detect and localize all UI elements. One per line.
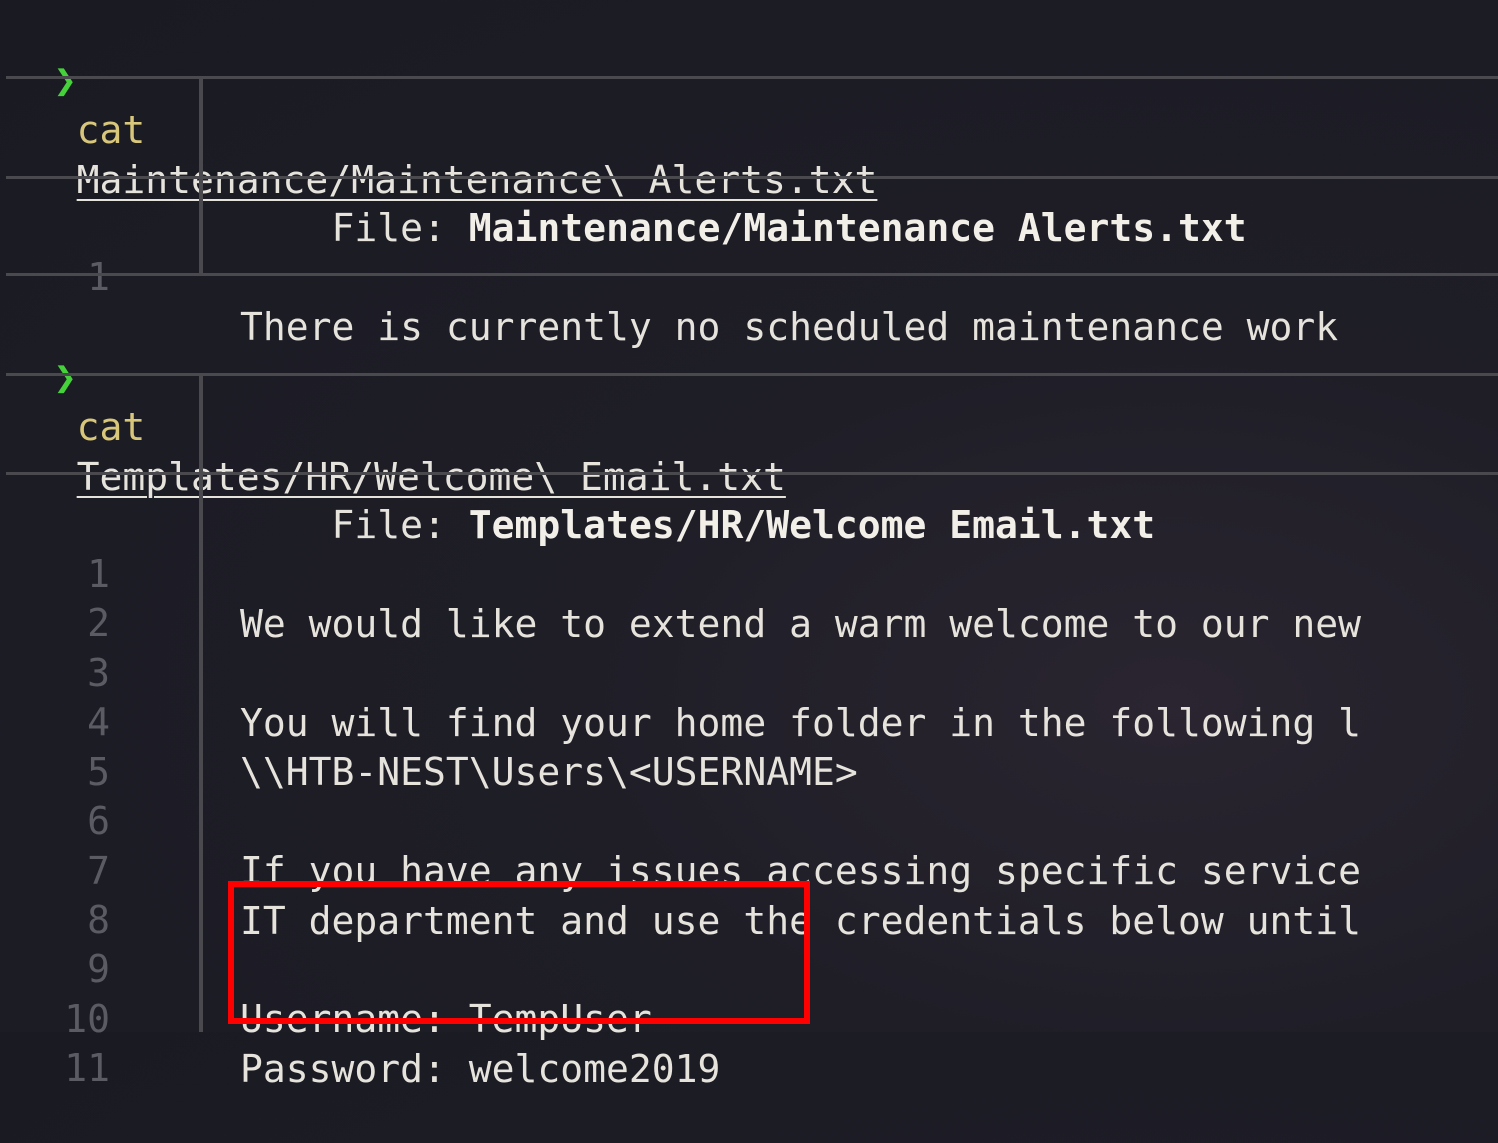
file-line: 2 [0,548,1498,645]
divider [6,472,1498,475]
file-header: File: Maintenance/Maintenance Alerts.txt [0,103,1498,250]
line-number: 1 [87,255,110,299]
prompt-chevron-icon: ❯ [53,355,77,399]
line-text: Password: welcome2019 [240,1047,721,1091]
divider [6,373,1498,376]
divider [6,176,1498,179]
file-header: File: Templates/HR/Welcome Email.txt [0,400,1498,547]
file-line: 1 There is currently no scheduled mainte… [0,202,1498,349]
file-line: 3 You will find your home folder in the … [0,598,1498,745]
divider [6,273,1498,276]
prompt-chevron-icon: ❯ [53,58,77,102]
file-line: 7 IT department and use the credentials … [0,796,1498,943]
file-line: 6 If you have any issues accessing speci… [0,746,1498,893]
credentials-highlight-box [228,881,810,1024]
file-line: 5 [0,697,1498,794]
command-line-2: ❯ cat Templates/HR/Welcome\ Email.txt [8,302,786,499]
file-line: 4 \\HTB-NEST\Users\<USERNAME> [0,647,1498,794]
line-number: 11 [64,1046,110,1090]
command-line-1: ❯ cat Maintenance/Maintenance\ Alerts.tx… [8,5,878,202]
divider [6,76,1498,79]
file-line: 1 We would like to extend a warm welcome… [0,499,1498,646]
